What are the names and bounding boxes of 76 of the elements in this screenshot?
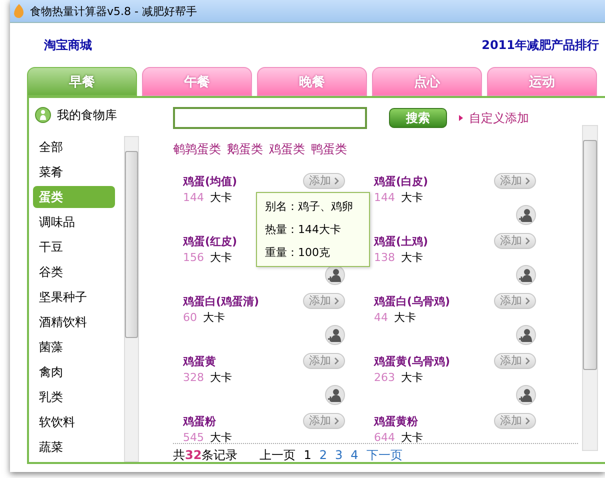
category-item[interactable]: 禽肉 [33,361,115,383]
calorie-unit: 大卡 [203,311,225,324]
category-item[interactable]: 酒精饮料 [33,311,115,333]
category-item[interactable]: 干豆 [33,236,115,258]
chevron-icon [334,177,339,185]
add-member-icon[interactable] [516,385,536,405]
calorie-value: 545 [183,431,204,443]
food-name: 鸡蛋(土鸡) [374,234,428,249]
add-member-icon[interactable] [325,385,345,405]
chevron-icon [525,417,530,425]
calorie-unit: 大卡 [401,251,423,264]
subcategory-link[interactable]: 鹌鹑蛋类 [173,141,221,157]
category-item[interactable]: 菜肴 [33,161,115,183]
scrollbar[interactable] [124,136,139,462]
calorie-value: 263 [374,371,395,384]
record-count: 共32条记录 [173,446,238,464]
calorie-value: 44 [374,311,388,324]
chevron-icon [525,357,530,365]
calorie-value: 328 [183,371,204,384]
add-member-icon[interactable] [516,325,536,345]
tooltip-calories: 热量：144大卡 [265,222,342,237]
calorie-unit: 大卡 [210,371,232,384]
scrollbar[interactable] [582,125,598,451]
app-icon [12,3,26,19]
category-item[interactable]: 乳类 [33,386,115,408]
food-name: 鸡蛋(白皮) [374,174,428,189]
food-name: 鸡蛋黄粉 [374,414,419,429]
tooltip-alias: 别名：鸡子、鸡卵 [265,199,354,214]
calorie-value: 144 [374,191,395,204]
calorie-value: 60 [183,311,197,324]
calorie-unit: 大卡 [401,191,423,204]
add-member-icon[interactable] [325,325,345,345]
category-item[interactable]: 调味品 [33,211,115,233]
library-icon [35,107,51,123]
chevron-icon [334,297,339,305]
food-name: 鸡蛋黄(乌骨鸡) [374,354,450,369]
category-item[interactable]: 菌藻 [33,336,115,358]
custom-add-link[interactable]: 自定义添加 [459,110,529,126]
calorie-unit: 大卡 [210,431,232,443]
page-link[interactable]: 1 [304,448,312,462]
calorie-value: 644 [374,431,395,443]
add-member-icon[interactable] [516,205,536,225]
shop-link[interactable]: 淘宝商城 [44,36,92,54]
chevron-icon [334,357,339,365]
calorie-value: 144 [183,191,204,204]
chevron-icon [525,237,530,245]
add-member-icon[interactable] [516,265,536,285]
page-link[interactable]: 4 [350,448,358,462]
next-page-link[interactable]: 下一页 [366,446,402,464]
ranking-link[interactable]: 2011年减肥产品排行 [482,36,599,54]
chevron-icon [525,177,530,185]
category-item[interactable]: 坚果种子 [33,286,115,308]
subcategory-link[interactable]: 鸡蛋类 [269,141,305,157]
category-item[interactable]: 软饮料 [33,411,115,433]
library-title: 我的食物库 [57,106,117,124]
tooltip-weight: 重量：100克 [265,245,331,260]
calorie-unit: 大卡 [210,251,232,264]
calorie-unit: 大卡 [210,191,232,204]
food-name: 鸡蛋白(乌骨鸡) [374,294,450,309]
category-item[interactable]: 全部 [33,136,115,158]
calorie-unit: 大卡 [401,371,423,384]
search-field[interactable] [173,107,367,129]
category-item[interactable]: 谷类 [33,261,115,283]
calorie-unit: 大卡 [401,431,423,443]
calorie-value: 138 [374,251,395,264]
calorie-unit: 大卡 [394,311,416,324]
chevron-icon [334,417,339,425]
chevron-icon [525,297,530,305]
subcategory-link[interactable]: 鹅蛋类 [227,141,263,157]
page-link[interactable]: 3 [334,448,343,462]
calorie-value: 156 [183,251,204,264]
category-item[interactable]: 蔬菜 [33,436,115,458]
subcategory-link[interactable]: 鸭蛋类 [311,141,347,157]
page-link[interactable]: 2 [319,448,327,462]
window-title: 食物热量计算器v5.8 - 减肥好帮手 [30,4,197,18]
prev-page-link[interactable]: 上一页 [260,446,296,464]
